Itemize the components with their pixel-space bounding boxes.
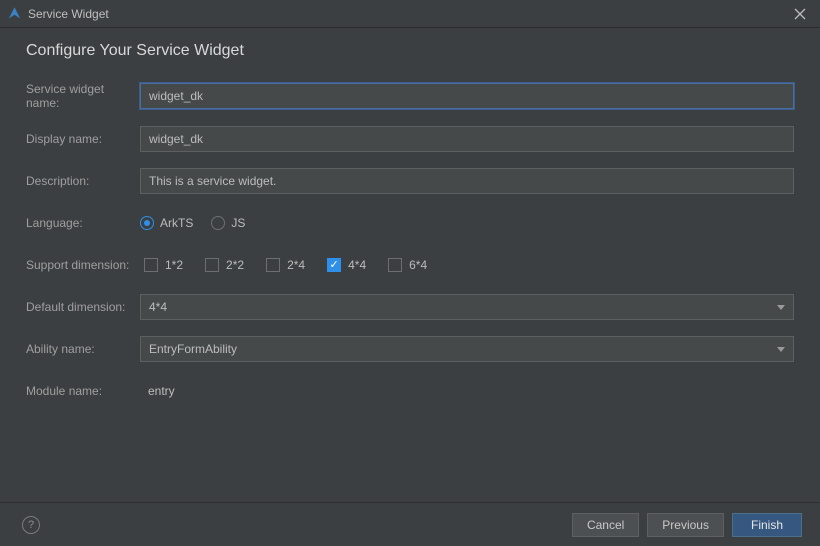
app-logo-icon	[6, 6, 22, 22]
checkbox-icon	[144, 258, 158, 272]
row-ability-name: Ability name: EntryFormAbility	[26, 336, 794, 362]
radio-js-label: JS	[231, 216, 245, 230]
label-widget-name: Service widget name:	[26, 82, 140, 110]
check-6x4[interactable]: 6*4	[388, 258, 427, 272]
check-4x4[interactable]: ✓ 4*4	[327, 258, 366, 272]
row-default-dimension: Default dimension: 4*4	[26, 294, 794, 320]
chevron-down-icon	[777, 300, 785, 314]
help-icon[interactable]: ?	[22, 516, 40, 534]
close-icon[interactable]	[786, 0, 814, 28]
checkbox-icon	[205, 258, 219, 272]
form-content: Configure Your Service Widget Service wi…	[0, 28, 820, 404]
check-1x2[interactable]: 1*2	[144, 258, 183, 272]
module-name-value: entry	[140, 384, 175, 398]
label-description: Description:	[26, 174, 140, 188]
footer-buttons: Cancel Previous Finish	[572, 513, 802, 537]
default-dimension-value: 4*4	[149, 300, 167, 314]
row-widget-name: Service widget name:	[26, 82, 794, 110]
checkbox-icon: ✓	[327, 258, 341, 272]
default-dimension-select[interactable]: 4*4	[140, 294, 794, 320]
widget-name-input[interactable]	[140, 83, 794, 109]
radio-circle-icon	[211, 216, 225, 230]
row-language: Language: ArkTS JS	[26, 210, 794, 236]
check-2x2[interactable]: 2*2	[205, 258, 244, 272]
footer-bar: ? Cancel Previous Finish	[0, 502, 820, 546]
check-2x4-label: 2*4	[287, 258, 305, 272]
row-display-name: Display name:	[26, 126, 794, 152]
chevron-down-icon	[777, 342, 785, 356]
check-1x2-label: 1*2	[165, 258, 183, 272]
titlebar: Service Widget	[0, 0, 820, 28]
check-2x4[interactable]: 2*4	[266, 258, 305, 272]
checkbox-icon	[266, 258, 280, 272]
cancel-button[interactable]: Cancel	[572, 513, 639, 537]
language-radio-group: ArkTS JS	[140, 216, 245, 230]
radio-js[interactable]: JS	[211, 216, 245, 230]
row-module-name: Module name: entry	[26, 378, 794, 404]
check-2x2-label: 2*2	[226, 258, 244, 272]
checkbox-icon	[388, 258, 402, 272]
previous-button[interactable]: Previous	[647, 513, 724, 537]
ability-name-value: EntryFormAbility	[149, 342, 237, 356]
check-4x4-label: 4*4	[348, 258, 366, 272]
description-input[interactable]	[140, 168, 794, 194]
label-display-name: Display name:	[26, 132, 140, 146]
label-module-name: Module name:	[26, 384, 140, 398]
label-default-dimension: Default dimension:	[26, 300, 140, 314]
page-title: Configure Your Service Widget	[26, 42, 794, 60]
ability-name-select[interactable]: EntryFormAbility	[140, 336, 794, 362]
radio-arkts-label: ArkTS	[160, 216, 193, 230]
support-dimension-group: 1*2 2*2 2*4 ✓ 4*4 6*4	[140, 258, 427, 272]
finish-button[interactable]: Finish	[732, 513, 802, 537]
display-name-input[interactable]	[140, 126, 794, 152]
label-ability-name: Ability name:	[26, 342, 140, 356]
label-support-dimension: Support dimension:	[26, 258, 140, 272]
label-language: Language:	[26, 216, 140, 230]
radio-arkts[interactable]: ArkTS	[140, 216, 193, 230]
check-6x4-label: 6*4	[409, 258, 427, 272]
row-support-dimension: Support dimension: 1*2 2*2 2*4 ✓ 4*4 6*4	[26, 252, 794, 278]
row-description: Description:	[26, 168, 794, 194]
window-title: Service Widget	[28, 7, 109, 21]
radio-circle-icon	[140, 216, 154, 230]
